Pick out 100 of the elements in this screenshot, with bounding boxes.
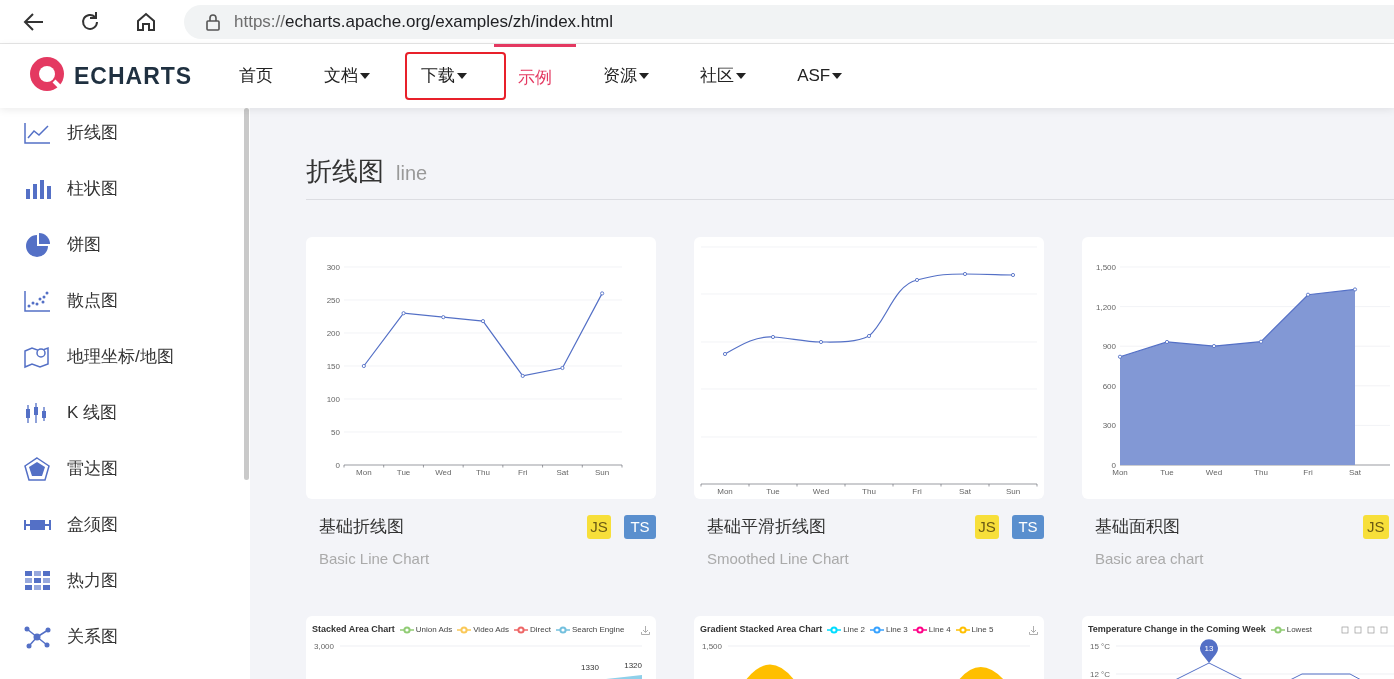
scatter-chart-icon[interactable] <box>24 289 51 313</box>
data-point <box>560 365 565 371</box>
example-subtitle: Basic Line Chart <box>318 548 431 569</box>
network-icon[interactable] <box>24 625 51 649</box>
axis-label: Tue <box>1160 468 1174 477</box>
example-title[interactable]: 基础折线图 <box>319 514 404 540</box>
caret-icon <box>736 73 747 79</box>
legend-marker[interactable] <box>870 626 884 634</box>
data-point <box>1258 339 1264 344</box>
legend-label[interactable]: Lowest <box>1286 624 1313 636</box>
legend-label[interactable]: Search Engine <box>571 624 625 636</box>
legend-label[interactable]: Video Ads <box>473 624 510 636</box>
legend-marker[interactable] <box>1270 626 1285 634</box>
nav-link[interactable]: 社区 <box>700 44 747 108</box>
legend-label[interactable]: Line 2 <box>843 624 865 636</box>
legend-marker[interactable] <box>912 626 927 634</box>
legend-marker[interactable] <box>514 626 529 634</box>
caret-icon <box>457 73 468 79</box>
axis-label: Mon <box>356 468 372 477</box>
sidebar-item[interactable]: 盒须图 <box>67 512 118 538</box>
data-point <box>1352 287 1358 292</box>
scrollbar[interactable] <box>244 108 249 480</box>
logo-text[interactable]: ECHARTS <box>74 58 193 94</box>
sidebar-item[interactable]: 关系图 <box>67 624 118 650</box>
js-link[interactable]: JS <box>975 514 999 539</box>
axis-label: 900 <box>1102 342 1116 352</box>
legend-marker[interactable] <box>555 626 570 634</box>
bar-chart-icon[interactable] <box>24 177 51 201</box>
sidebar-item[interactable]: 散点图 <box>67 288 118 314</box>
axis-label: 150 <box>326 362 340 371</box>
axis-label: Thu <box>1254 468 1268 477</box>
nav-link[interactable]: 示例 <box>494 44 577 108</box>
nav-link[interactable]: ASF <box>797 44 843 108</box>
sidebar-item[interactable]: 柱状图 <box>67 176 118 202</box>
nav-link[interactable]: 资源 <box>603 44 650 108</box>
chart-thumbnail[interactable]: Stacked Area Chart Union Ads Video Ads Direct Search Engine 3,000 1330 1320 <box>306 616 656 679</box>
legend-label[interactable]: Line 4 <box>928 624 951 636</box>
legend-marker[interactable] <box>457 626 472 634</box>
axis-label: 12 °C <box>1090 670 1111 679</box>
axis-label: Mon <box>717 487 733 496</box>
axis-label: Wed <box>1205 468 1223 477</box>
axis-label: Mon <box>1112 468 1128 477</box>
axis-label: 0 <box>335 461 340 470</box>
chart-thumbnail[interactable]: Temperature Change in the Coming Week Lowest 15 °C 12 °C 13 <box>1082 616 1394 679</box>
chart-thumbnail[interactable]: Gradient Stacked Area Chart Line 2 Line 3 Line 4 Line 5 1,500 <box>694 616 1044 679</box>
legend-marker[interactable] <box>955 626 970 634</box>
axis-label: Wed <box>435 468 452 477</box>
axis-label: Tue <box>396 468 411 477</box>
legend-label[interactable]: Union Ads <box>415 624 453 636</box>
axis-label: Fri <box>1303 468 1313 477</box>
axis-label: 50 <box>331 428 340 437</box>
legend-label[interactable]: Direct <box>530 624 551 636</box>
data-label: 1320 <box>624 661 642 670</box>
axis-label: 1,200 <box>1095 302 1116 312</box>
data-point <box>1305 292 1311 297</box>
nav-link[interactable]: 文档 <box>324 44 371 108</box>
axis-label: 200 <box>326 329 340 338</box>
legend-marker[interactable] <box>399 626 414 634</box>
axis-label: 1,500 <box>1095 263 1116 272</box>
address-bar[interactable]: https://echarts.apache.org/examples/zh/index.html <box>184 4 1394 39</box>
line-chart-icon[interactable] <box>24 121 51 145</box>
axis-label: 250 <box>326 296 340 305</box>
section-subtitle: line <box>396 161 428 186</box>
data-label: 1330 <box>581 663 599 672</box>
axis-label: Sun <box>595 468 610 477</box>
data-point <box>480 319 486 324</box>
pin-marker <box>1200 639 1218 663</box>
js-link[interactable]: JS <box>1363 514 1389 539</box>
axis-label: Tue <box>766 487 780 496</box>
download-icon[interactable] <box>1029 625 1038 635</box>
pie-chart-icon[interactable] <box>24 233 51 257</box>
axis-label: Thu <box>862 487 876 496</box>
axis-label: Thu <box>476 468 490 477</box>
chart-title: Stacked Area Chart <box>312 623 395 637</box>
download-icon[interactable] <box>641 625 650 635</box>
data-point <box>1164 339 1170 345</box>
axis-label: Wed <box>812 487 830 496</box>
sidebar-item[interactable]: K 线图 <box>67 400 118 426</box>
sidebar-item[interactable]: 饼图 <box>67 232 101 258</box>
legend-label[interactable]: Line 5 <box>971 624 994 636</box>
map-icon[interactable] <box>24 345 51 369</box>
axis-label: 300 <box>326 263 340 272</box>
radar-chart-icon[interactable] <box>24 457 51 481</box>
nav-link[interactable]: 首页 <box>239 44 274 108</box>
data-point <box>441 315 446 320</box>
sidebar-item[interactable]: 地理坐标/地图 <box>67 344 174 370</box>
data-point <box>1117 354 1123 359</box>
legend-label[interactable]: Line 3 <box>886 624 908 636</box>
axis-label: 0 <box>1111 461 1116 470</box>
js-link[interactable]: JS <box>587 514 611 539</box>
axis-label: 100 <box>326 395 340 404</box>
sidebar-item[interactable]: 热力图 <box>67 568 118 594</box>
sidebar-item[interactable]: 雷达图 <box>67 456 118 482</box>
example-subtitle: Smoothed Line Chart <box>706 548 850 569</box>
legend-marker[interactable] <box>827 626 842 634</box>
sidebar-item[interactable]: 折线图 <box>67 120 118 146</box>
example-title[interactable]: 基础平滑折线图 <box>707 514 826 540</box>
grid-icon[interactable] <box>24 569 51 593</box>
example-title[interactable]: 基础面积图 <box>1095 514 1180 540</box>
caret-icon <box>832 73 843 79</box>
